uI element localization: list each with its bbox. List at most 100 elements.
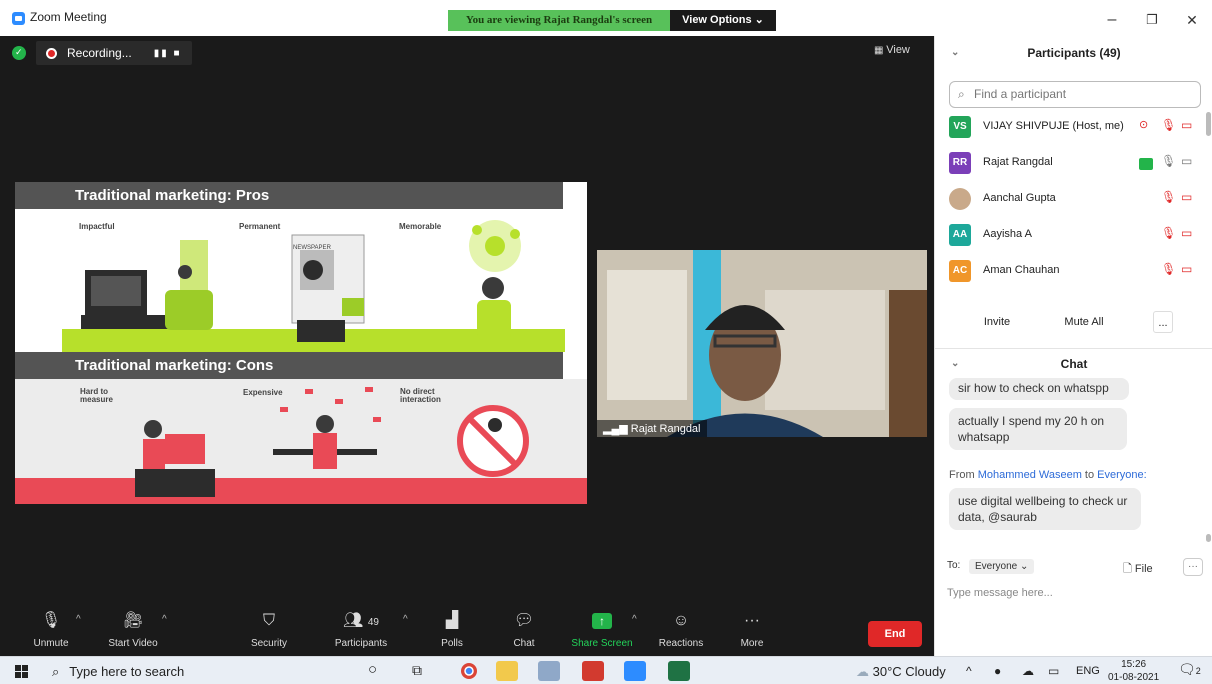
mic-icon[interactable]: 🎙︎: [1161, 154, 1176, 168]
taskbar-search[interactable]: ⌕ Type here to search: [52, 664, 184, 680]
task-view-icon[interactable]: ⧉: [412, 662, 422, 679]
share-options-caret[interactable]: ^: [632, 614, 637, 625]
search-icon: ⌕: [958, 87, 965, 101]
participant-row[interactable]: AA Aayisha A 🎙︎ ▭: [949, 222, 1199, 250]
more-button[interactable]: ··· More: [730, 610, 774, 649]
cons-illustrations: [135, 387, 529, 497]
participants-button[interactable]: 👥︎ 49 Participants: [328, 610, 394, 649]
file-explorer-icon[interactable]: [496, 661, 518, 681]
chrome-icon[interactable]: [458, 661, 480, 681]
reactions-button[interactable]: ☺ Reactions: [652, 610, 710, 649]
video-off-icon[interactable]: ▭: [1181, 226, 1192, 240]
cortana-icon[interactable]: ○: [368, 661, 377, 678]
unmute-button[interactable]: 🎙︎ Unmute: [26, 610, 76, 649]
participant-name: Rajat Rangdal: [983, 156, 1053, 168]
recording-status-icon: ⊙: [1139, 119, 1149, 131]
avatar: RR: [949, 152, 971, 174]
avatar: [949, 188, 971, 210]
video-icon[interactable]: ▭: [1181, 154, 1192, 168]
end-meeting-button[interactable]: End: [868, 621, 922, 647]
tray-expand-icon[interactable]: ^: [966, 664, 972, 678]
polls-button[interactable]: ▟ Polls: [430, 610, 474, 649]
taskbar-clock[interactable]: 15:26 01-08-2021: [1108, 658, 1159, 684]
acrobat-icon[interactable]: [582, 661, 604, 681]
windows-taskbar: ⌕ Type here to search ○ ⧉ ☁ 30°C Cloudy ^…: [0, 656, 1212, 684]
share-screen-button[interactable]: ↑ Share Screen: [566, 610, 638, 649]
sharing-screen-icon: [1139, 158, 1153, 170]
video-off-icon[interactable]: ▭: [1181, 118, 1192, 132]
participant-row[interactable]: RR Rajat Rangdal 🎙︎ ▭: [949, 150, 1199, 178]
onedrive-icon[interactable]: ☁: [1022, 664, 1034, 678]
more-dots-icon: ···: [744, 612, 760, 629]
video-options-caret[interactable]: ^: [162, 614, 167, 625]
invite-button[interactable]: Invite: [981, 311, 1013, 333]
window-titlebar: Zoom Meeting You are viewing Rajat Rangd…: [0, 0, 1212, 36]
chat-message-input[interactable]: Type message here...: [947, 587, 1053, 599]
recording-indicator: Recording... ▮▮ ■: [36, 41, 192, 65]
collapse-chevron-icon[interactable]: ⌄: [951, 36, 959, 70]
sender-name-link[interactable]: Mohammed Waseem: [978, 469, 1082, 481]
chat-message: sir how to check on whatspp: [949, 378, 1129, 400]
participants-options-caret[interactable]: ^: [403, 614, 408, 625]
recording-bar: Recording... ▮▮ ■: [12, 40, 192, 66]
polls-icon: ▟: [445, 612, 459, 629]
side-panel: ⌄ Participants (49) ⌕ Find a participant…: [934, 36, 1212, 656]
to-label: To:: [947, 560, 961, 571]
microphone-tray-icon[interactable]: ●: [994, 664, 1001, 678]
participant-row[interactable]: AC Aman Chauhan 🎙︎ ▭: [949, 258, 1199, 286]
network-app-icon[interactable]: [538, 661, 560, 681]
chat-recipient-row: To: Everyone ⌄ 🗋 File ···: [947, 558, 1203, 580]
start-video-button[interactable]: 🎥︎ Start Video: [100, 610, 166, 649]
participant-row[interactable]: VS VIJAY SHIVPUJE (Host, me) ⊙ 🎙︎ ▭: [949, 114, 1199, 142]
audio-options-caret[interactable]: ^: [76, 614, 81, 625]
chat-message: use digital wellbeing to check ur data, …: [949, 488, 1141, 530]
muted-mic-icon[interactable]: 🎙︎: [1161, 226, 1176, 240]
encryption-shield-icon[interactable]: [12, 46, 26, 60]
recipient-dropdown[interactable]: Everyone ⌄: [969, 559, 1035, 574]
viewing-banner: You are viewing Rajat Rangdal's screen V…: [448, 10, 776, 31]
chat-scrollbar[interactable]: [1206, 534, 1211, 542]
view-layout-button[interactable]: ▦ View: [874, 44, 910, 56]
video-off-icon[interactable]: ▭: [1181, 262, 1192, 276]
mute-all-button[interactable]: Mute All: [1059, 311, 1109, 333]
participant-row[interactable]: Aanchal Gupta 🎙︎ ▭: [949, 186, 1199, 214]
language-indicator[interactable]: ENG: [1076, 665, 1100, 677]
shield-icon: ⛉: [262, 612, 275, 629]
pros-heading: Traditional marketing: Pros: [15, 182, 563, 209]
restore-button[interactable]: ❐: [1132, 8, 1172, 32]
file-button[interactable]: 🗋 File: [1123, 560, 1153, 579]
muted-mic-icon[interactable]: 🎙︎: [1161, 262, 1176, 276]
notification-center-icon[interactable]: 🗨︎2: [1178, 661, 1201, 678]
shared-screen-slide: Traditional marketing: Pros Impactful Pe…: [15, 182, 587, 504]
windows-start-button[interactable]: [15, 665, 29, 678]
search-icon: ⌕: [52, 664, 60, 679]
meeting-area: Recording... ▮▮ ■ ▦ View Traditional mar…: [0, 36, 934, 656]
muted-mic-icon[interactable]: 🎙︎: [1161, 190, 1176, 204]
chat-message: actually I spend my 20 h on whatsapp: [949, 408, 1127, 450]
close-button[interactable]: ✕: [1172, 8, 1212, 32]
excel-icon[interactable]: [668, 661, 690, 681]
battery-icon[interactable]: ▭: [1048, 664, 1059, 678]
meeting-toolbar: 🎙︎ Unmute ^ 🎥︎ Start Video ^ ⛉ Security …: [0, 604, 934, 656]
weather-widget[interactable]: ☁ 30°C Cloudy: [856, 664, 946, 680]
participants-header: ⌄ Participants (49): [935, 36, 1212, 70]
chat-more-button[interactable]: ···: [1183, 558, 1203, 576]
share-screen-icon: ↑: [566, 610, 638, 632]
recording-pause-stop-controls[interactable]: ▮▮ ■: [154, 48, 182, 59]
chat-button[interactable]: 💬︎ Chat: [502, 610, 546, 649]
speaker-name-label: ▂▄▆ Rajat Rangdal: [597, 420, 707, 437]
newspaper-label: NEWSPAPER: [293, 245, 331, 251]
participant-search-input[interactable]: ⌕ Find a participant: [949, 81, 1201, 108]
participants-scrollbar[interactable]: [1206, 112, 1211, 136]
speaker-video-tile[interactable]: ▂▄▆ Rajat Rangdal: [597, 250, 927, 437]
muted-mic-icon: 🎙︎: [40, 612, 62, 629]
zoom-taskbar-icon[interactable]: [624, 661, 646, 681]
collapse-chevron-icon[interactable]: ⌄: [951, 349, 959, 379]
security-button[interactable]: ⛉ Security: [242, 610, 296, 649]
participants-more-button[interactable]: ...: [1153, 311, 1173, 333]
recipient-link[interactable]: Everyone:: [1097, 469, 1147, 481]
video-off-icon[interactable]: ▭: [1181, 190, 1192, 204]
muted-mic-icon[interactable]: 🎙︎: [1161, 118, 1176, 132]
view-options-button[interactable]: View Options ⌄: [670, 10, 776, 31]
minimize-button[interactable]: –: [1092, 8, 1132, 32]
